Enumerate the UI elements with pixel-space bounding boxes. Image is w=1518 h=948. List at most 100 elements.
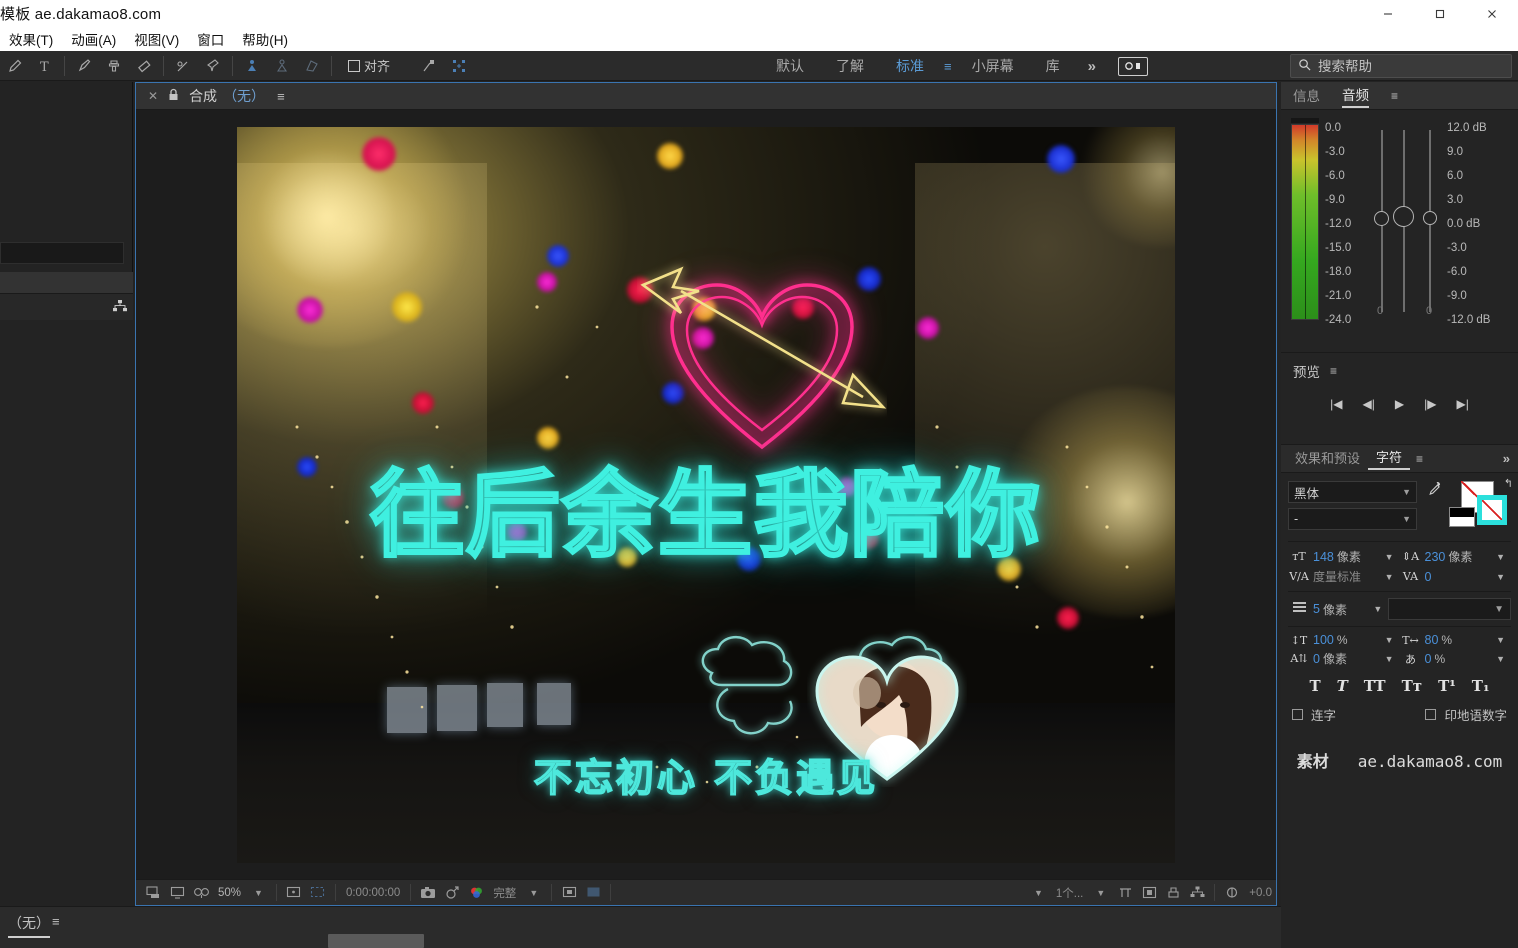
tab-info[interactable]: 信息 <box>1293 85 1320 107</box>
screen-capture-icon[interactable] <box>1117 56 1148 76</box>
pen-icon[interactable] <box>0 52 30 80</box>
workspace-libraries[interactable]: 库 <box>1030 53 1076 79</box>
close-icon[interactable]: ✕ <box>148 89 158 103</box>
project-row[interactable] <box>0 294 133 320</box>
preview-panel-title[interactable]: 预览 <box>1293 361 1320 381</box>
exposure-value[interactable]: +0.0 <box>1245 887 1276 899</box>
resolution-value[interactable]: 完整 <box>489 885 520 901</box>
font-family-select[interactable]: 黑体 ▼ <box>1288 481 1417 503</box>
baseline-shift-field[interactable]: A⇅ 0 像素 ▼ <box>1288 650 1400 667</box>
chevron-down-icon[interactable]: ▼ <box>1496 572 1511 582</box>
transform-box-icon[interactable] <box>444 52 474 80</box>
composition-frame[interactable]: 往后余生我陪你 不忘初心 不负遇见 <box>237 127 1175 863</box>
chevron-down-icon[interactable]: ▼ <box>1385 635 1400 645</box>
chevron-down-icon[interactable]: ▼ <box>1373 604 1388 614</box>
chevron-down-icon[interactable]: ▼ <box>1496 552 1511 562</box>
snapping-icon[interactable] <box>414 52 444 80</box>
play-icon[interactable]: ▶ <box>1395 397 1404 411</box>
project-search-field[interactable] <box>0 242 124 264</box>
tsume-value[interactable]: 0 <box>1425 652 1432 666</box>
zoom-dropdown-caret-icon[interactable]: ▼ <box>247 888 270 898</box>
hindi-digits-checkbox[interactable] <box>1425 709 1437 720</box>
puppet-pin-icon[interactable] <box>198 52 228 80</box>
align-button[interactable]: 对齐 <box>342 54 396 77</box>
composition-sub-text[interactable]: 不忘初心 不负遇见 <box>533 747 878 802</box>
roto-brush-icon[interactable] <box>168 52 198 80</box>
preview-panel-menu-icon[interactable]: ≡ <box>1330 364 1337 378</box>
minimize-button[interactable] <box>1362 0 1414 27</box>
search-input[interactable] <box>1318 58 1504 74</box>
stroke-width-field[interactable]: 5 像素 ▼ <box>1288 601 1388 618</box>
fader-knob-master[interactable] <box>1393 206 1414 227</box>
last-frame-icon[interactable]: ▶| <box>1456 397 1468 411</box>
always-preview-icon[interactable] <box>142 883 164 903</box>
composition-panel-menu-icon[interactable]: ≡ <box>277 89 285 104</box>
stroke-width-value[interactable]: 5 <box>1313 602 1320 616</box>
resolution-dropdown-caret-icon[interactable]: ▼ <box>522 888 545 898</box>
all-caps-icon[interactable]: TT <box>1364 677 1386 695</box>
project-panel-body[interactable] <box>0 320 133 906</box>
subscript-icon[interactable]: T₁ <box>1472 677 1490 695</box>
next-frame-icon[interactable]: |▶ <box>1424 397 1436 411</box>
font-size-value[interactable]: 148 <box>1313 550 1334 564</box>
tracking-value[interactable]: 0 <box>1425 570 1432 584</box>
puppet-bend-icon[interactable] <box>297 52 327 80</box>
menu-item-animation[interactable]: 动画(A) <box>62 27 125 51</box>
character-panel-menu-icon[interactable]: ≡ <box>1416 452 1423 466</box>
kerning-field[interactable]: V/A 度量标准 ▼ <box>1288 568 1400 585</box>
tab-audio[interactable]: 音频 <box>1342 84 1369 108</box>
renderer-icon[interactable] <box>1162 883 1184 903</box>
chevron-down-icon[interactable]: ▼ <box>1496 654 1511 664</box>
workspace-learn[interactable]: 了解 <box>820 53 880 79</box>
menu-item-effect[interactable]: 效果(T) <box>0 27 62 51</box>
eyedropper-icon[interactable] <box>1423 481 1443 501</box>
menu-item-window[interactable]: 窗口 <box>188 27 233 51</box>
workspace-small-screen[interactable]: 小屏幕 <box>956 53 1030 79</box>
timeline-tab[interactable]: （无） <box>8 913 50 938</box>
previous-frame-icon[interactable]: ◀| <box>1363 397 1375 411</box>
comp-flowchart-icon[interactable] <box>1138 883 1160 903</box>
search-help-box[interactable] <box>1290 54 1512 78</box>
chevron-down-icon[interactable]: ▼ <box>1385 654 1400 664</box>
baseline-shift-value[interactable]: 0 <box>1313 652 1320 666</box>
composition-main-text[interactable]: 往后余生我陪你 <box>368 467 1042 564</box>
lock-icon[interactable] <box>168 88 179 104</box>
leading-value[interactable]: 230 <box>1425 550 1446 564</box>
workspace-overflow-icon[interactable]: » <box>1076 55 1108 78</box>
puppet-overlap-icon[interactable] <box>267 52 297 80</box>
3d-glasses-icon[interactable] <box>190 883 212 903</box>
taskbar-chip[interactable] <box>328 934 424 948</box>
view-layout-caret-icon[interactable]: ▼ <box>1027 888 1050 898</box>
maximize-button[interactable] <box>1414 0 1466 27</box>
3d-view-icon[interactable] <box>1186 883 1208 903</box>
timeline-icon[interactable] <box>1114 883 1136 903</box>
puppet-starch-icon[interactable] <box>237 52 267 80</box>
text-icon[interactable]: T <box>30 52 60 80</box>
show-snapshot-icon[interactable] <box>441 883 463 903</box>
horizontal-scale-field[interactable]: T↔ 80 % ▼ <box>1400 633 1512 647</box>
vertical-scale-field[interactable]: ↕T 100 % ▼ <box>1288 633 1400 647</box>
transparency-grid-icon[interactable] <box>307 883 329 903</box>
composition-flowchart-icon[interactable] <box>113 299 127 315</box>
fader-knob-right[interactable] <box>1423 211 1437 225</box>
fader-knob-left[interactable] <box>1374 211 1389 226</box>
eraser-icon[interactable] <box>129 52 159 80</box>
leading-field[interactable]: ⇕A 230 像素 ▼ <box>1400 548 1512 565</box>
faux-bold-icon[interactable]: T <box>1309 677 1320 695</box>
font-size-field[interactable]: ᴛT 148 像素 ▼ <box>1288 548 1400 565</box>
superscript-icon[interactable]: T¹ <box>1438 677 1456 695</box>
reset-exposure-icon[interactable] <box>1221 883 1243 903</box>
brush-icon[interactable] <box>69 52 99 80</box>
first-frame-icon[interactable]: |◀ <box>1330 397 1342 411</box>
current-timecode[interactable]: 0:00:00:00 <box>342 887 404 899</box>
tab-effects-and-presets[interactable]: 效果和预设 <box>1287 448 1368 469</box>
chevron-down-icon[interactable]: ▼ <box>1496 635 1511 645</box>
font-style-select[interactable]: - ▼ <box>1288 508 1417 530</box>
view-count-caret-icon[interactable]: ▼ <box>1089 888 1112 898</box>
audio-faders[interactable]: 0 0 <box>1374 130 1447 317</box>
region-of-interest-icon[interactable] <box>283 883 305 903</box>
tsume-field[interactable]: あ 0 % ▼ <box>1400 651 1512 667</box>
composition-tab-title[interactable]: 合成 <box>189 86 217 106</box>
kerning-value[interactable]: 度量标准 <box>1313 568 1361 585</box>
stroke-type-select[interactable]: ▼ <box>1388 598 1511 620</box>
